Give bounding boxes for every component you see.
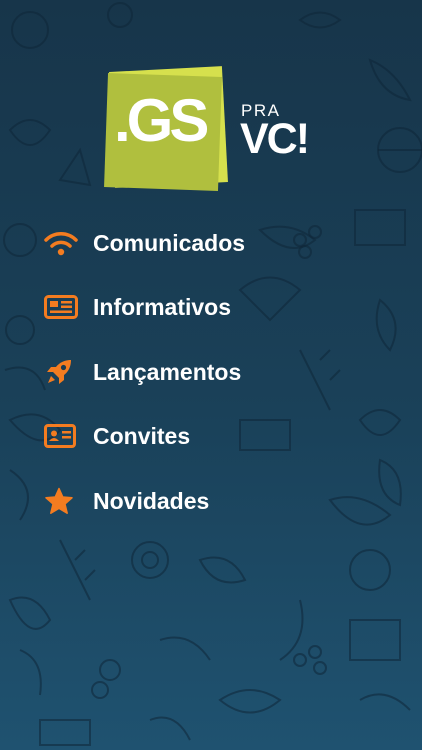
menu-item-label: Comunicados (93, 229, 246, 256)
menu-item-informativos[interactable]: Informativos (44, 287, 364, 327)
logo-gs-text: .GS (114, 87, 209, 154)
id-card-icon (44, 421, 80, 451)
menu-item-label: Lançamentos (93, 358, 242, 385)
wifi-icon (44, 228, 80, 258)
menu-item-novidades[interactable]: Novidades (44, 481, 364, 521)
newspaper-icon (44, 292, 80, 322)
menu-item-label: Novidades (93, 487, 210, 514)
menu-item-lancamentos[interactable]: Lançamentos (44, 352, 364, 392)
rocket-icon (44, 357, 80, 387)
menu-item-label: Informativos (93, 293, 232, 320)
star-icon (44, 486, 80, 516)
gs-pra-vc-logo: .GS PRA VC! (103, 65, 323, 195)
menu-screen: .GS PRA VC! Comunicados Informativos Lan… (0, 0, 422, 750)
menu-item-comunicados[interactable]: Comunicados (44, 223, 364, 263)
menu-item-convites[interactable]: Convites (44, 416, 364, 456)
logo-vc-text: VC! (240, 115, 310, 163)
menu-item-label: Convites (93, 422, 191, 449)
